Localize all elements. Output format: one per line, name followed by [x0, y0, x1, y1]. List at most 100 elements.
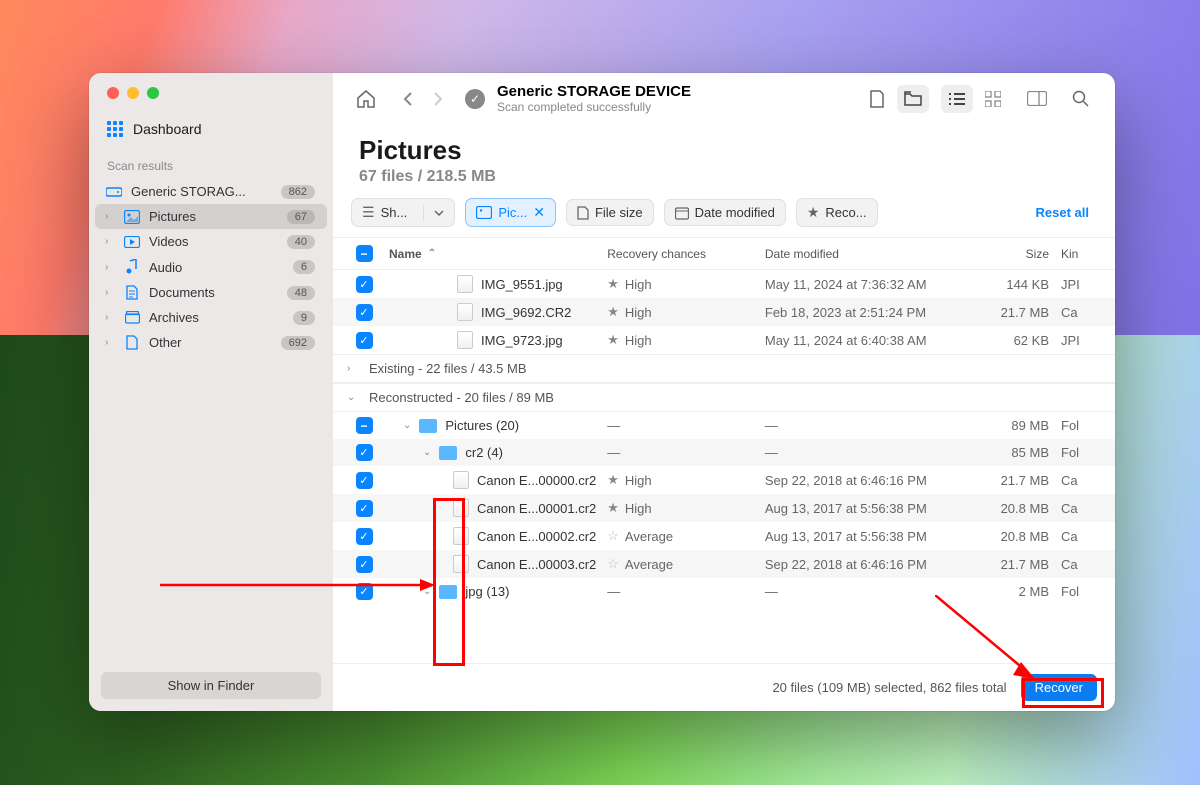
file-icon — [457, 303, 473, 321]
kind-value: Ca — [1061, 529, 1101, 544]
folder-row[interactable]: ✓ ⌄jpg (13) —— 2 MB Fol — [333, 578, 1115, 605]
datemodified-filter[interactable]: Date modified — [664, 199, 786, 226]
file-row[interactable]: ✓ IMG_9551.jpg ★High May 11, 2024 at 7:3… — [333, 270, 1115, 298]
show-dropdown[interactable] — [423, 205, 454, 221]
star-full-icon: ★ — [607, 472, 619, 488]
sidebar-item-videos[interactable]: › Videos 40 — [95, 229, 327, 254]
row-checkbox[interactable]: ✓ — [356, 276, 373, 293]
clear-filter-icon[interactable]: ✕ — [533, 204, 545, 221]
chevron-down-icon[interactable]: ⌄ — [403, 420, 411, 431]
file-row[interactable]: ✓ Canon E...00001.cr2 ★High Aug 13, 2017… — [333, 494, 1115, 522]
recovery-filter[interactable]: ★Reco... — [796, 198, 878, 227]
row-checkbox[interactable]: ✓ — [356, 556, 373, 573]
sidebar: Dashboard Scan results Generic STORAG...… — [89, 73, 333, 711]
dashboard-nav[interactable]: Dashboard — [89, 113, 333, 145]
column-kind[interactable]: Kin — [1061, 247, 1101, 261]
size-value: 85 MB — [971, 445, 1061, 460]
view-folder-button[interactable] — [897, 85, 929, 113]
sidebar-item-label: Archives — [149, 310, 285, 325]
file-row[interactable]: ✓ Canon E...00002.cr2 ☆Average Aug 13, 2… — [333, 522, 1115, 550]
recover-button[interactable]: Recover — [1021, 674, 1097, 701]
sidebar-item-pictures[interactable]: › Pictures 67 — [95, 204, 327, 229]
home-button[interactable] — [351, 84, 381, 114]
file-row[interactable]: ✓ Canon E...00003.cr2 ☆Average Sep 22, 2… — [333, 550, 1115, 578]
row-checkbox[interactable]: ✓ — [356, 304, 373, 321]
date-value: Aug 13, 2017 at 5:56:38 PM — [765, 501, 971, 516]
preview-toggle-button[interactable] — [1021, 85, 1053, 113]
chevron-down-icon[interactable]: ⌄ — [423, 586, 431, 597]
file-icon — [577, 206, 589, 220]
forward-button[interactable] — [423, 84, 453, 114]
show-filter[interactable]: ☰Sh... — [351, 198, 455, 227]
folder-row[interactable]: ✓ ⌄cr2 (4) —— 85 MB Fol — [333, 439, 1115, 466]
grid-view-button[interactable] — [977, 85, 1009, 113]
kind-value: Fol — [1061, 418, 1101, 433]
date-value: Aug 13, 2017 at 5:56:38 PM — [765, 529, 971, 544]
device-title: Generic STORAGE DEVICE — [497, 83, 691, 100]
chevron-right-icon: › — [105, 287, 115, 298]
file-name: Canon E...00002.cr2 — [477, 529, 596, 544]
star-full-icon: ★ — [607, 500, 619, 516]
documents-icon — [123, 285, 141, 300]
filesize-label: File size — [595, 205, 643, 220]
archives-icon — [123, 311, 141, 324]
sidebar-item-audio[interactable]: › Audio 6 — [95, 254, 327, 280]
star-outline-icon: ☆ — [607, 556, 619, 572]
column-name[interactable]: Name⌃ — [381, 247, 607, 261]
row-checkbox[interactable]: ✓ — [356, 500, 373, 517]
folder-row[interactable]: − ⌄Pictures (20) —— 89 MB Fol — [333, 412, 1115, 439]
pictures-chip-icon — [476, 206, 492, 219]
chevron-down-icon[interactable]: ⌄ — [423, 447, 431, 458]
show-in-finder-button[interactable]: Show in Finder — [101, 672, 321, 699]
filesize-filter[interactable]: File size — [566, 199, 654, 226]
group-existing[interactable]: › Existing - 22 files / 43.5 MB — [333, 354, 1115, 383]
row-checkbox[interactable]: ✓ — [356, 583, 373, 600]
other-icon — [123, 335, 141, 350]
list-view-button[interactable] — [941, 85, 973, 113]
column-recovery[interactable]: Recovery chances — [607, 247, 765, 261]
back-button[interactable] — [393, 84, 423, 114]
kind-value: Ca — [1061, 557, 1101, 572]
group-reconstructed[interactable]: ⌄ Reconstructed - 20 files / 89 MB — [333, 383, 1115, 412]
size-value: 62 KB — [971, 333, 1061, 348]
maximize-window-button[interactable] — [147, 87, 159, 99]
column-size[interactable]: Size — [971, 247, 1061, 261]
row-checkbox[interactable]: − — [356, 417, 373, 434]
sidebar-section-label: Scan results — [89, 145, 333, 179]
pictures-filter[interactable]: Pic... ✕ — [465, 198, 556, 227]
recovery-value: High — [625, 333, 652, 348]
show-label: Sh... — [381, 205, 408, 220]
view-file-button[interactable] — [861, 85, 893, 113]
row-checkbox[interactable]: ✓ — [356, 332, 373, 349]
file-row[interactable]: ✓ IMG_9692.CR2 ★High Feb 18, 2023 at 2:5… — [333, 298, 1115, 326]
close-window-button[interactable] — [107, 87, 119, 99]
datemodified-label: Date modified — [695, 205, 775, 220]
kind-value: JPI — [1061, 277, 1101, 292]
select-all-checkbox[interactable]: − — [356, 245, 373, 262]
minimize-window-button[interactable] — [127, 87, 139, 99]
size-value: 2 MB — [971, 584, 1061, 599]
table-header: − Name⌃ Recovery chances Date modified S… — [333, 237, 1115, 270]
status-complete-icon: ✓ — [465, 89, 485, 109]
row-checkbox[interactable]: ✓ — [356, 472, 373, 489]
row-checkbox[interactable]: ✓ — [356, 528, 373, 545]
sidebar-item-label: Other — [149, 335, 273, 350]
sidebar-device[interactable]: Generic STORAG... 862 — [95, 179, 327, 204]
star-full-icon: ★ — [607, 276, 619, 292]
sidebar-item-other[interactable]: › Other 692 — [95, 330, 327, 355]
search-button[interactable] — [1065, 85, 1097, 113]
sidebar-item-archives[interactable]: › Archives 9 — [95, 305, 327, 330]
reset-all-link[interactable]: Reset all — [1036, 205, 1097, 220]
column-date[interactable]: Date modified — [765, 247, 971, 261]
row-checkbox[interactable]: ✓ — [356, 444, 373, 461]
file-name: Canon E...00000.cr2 — [477, 473, 596, 488]
size-value: 144 KB — [971, 277, 1061, 292]
recovery-value: High — [625, 501, 652, 516]
recovery-value: Average — [625, 557, 673, 572]
chevron-right-icon: › — [105, 337, 115, 348]
file-row[interactable]: ✓ Canon E...00000.cr2 ★High Sep 22, 2018… — [333, 466, 1115, 494]
file-icon — [453, 499, 469, 517]
sidebar-item-documents[interactable]: › Documents 48 — [95, 280, 327, 305]
date-value: Feb 18, 2023 at 2:51:24 PM — [765, 305, 971, 320]
file-row[interactable]: ✓ IMG_9723.jpg ★High May 11, 2024 at 6:4… — [333, 326, 1115, 354]
